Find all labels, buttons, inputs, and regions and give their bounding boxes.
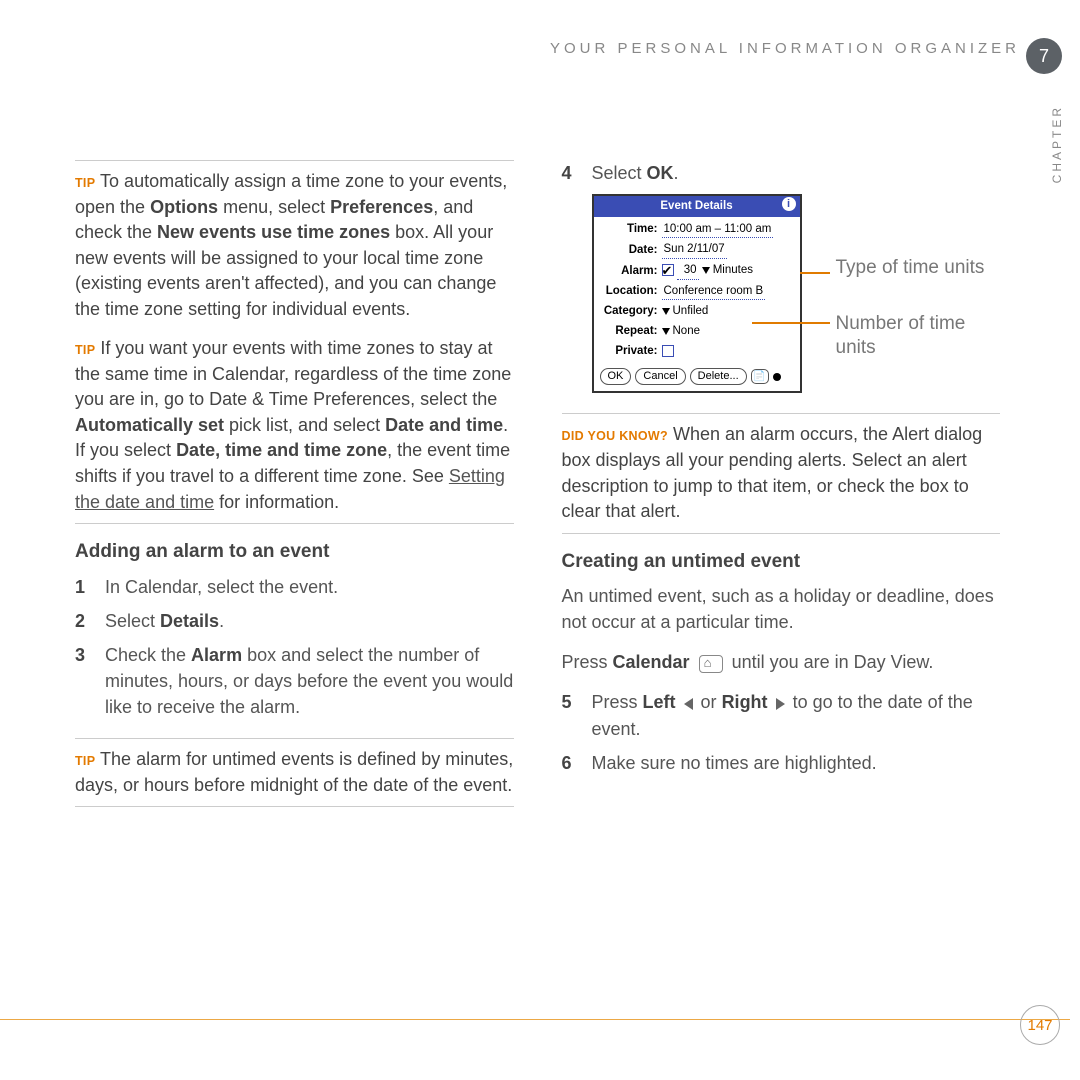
bold: OK [647, 163, 674, 183]
calendar-button-icon [699, 655, 723, 673]
page-number: 147 [1020, 1005, 1060, 1045]
tip-label: TIP [75, 343, 95, 357]
label-time: Time: [600, 221, 662, 238]
label-date: Date: [600, 242, 662, 259]
right-column: 4 Select OK. Event Details i Time:10:00 … [562, 160, 1001, 821]
step-1: 1 In Calendar, select the event. [75, 574, 514, 600]
left-column: TIP To automatically assign a time zone … [75, 160, 514, 821]
dialog-title-bar: Event Details i [594, 196, 800, 217]
bold: Date and time [385, 415, 503, 435]
text: Select [592, 163, 647, 183]
cancel-button[interactable]: Cancel [635, 368, 685, 385]
running-head: YOUR PERSONAL INFORMATION ORGANIZER [0, 40, 1020, 57]
field-alarm-units[interactable]: Minutes [713, 264, 753, 276]
callout-type-units: Type of time units [836, 256, 986, 280]
step-text: Select Details. [105, 608, 514, 634]
callout-line [800, 272, 830, 274]
step-text: Check the Alarm box and select the numbe… [105, 642, 514, 720]
chapter-badge: 7 [1026, 38, 1062, 74]
tip-text: for information. [214, 492, 339, 512]
dialog-title: Event Details [660, 200, 732, 212]
text: . [674, 163, 679, 183]
paragraph: Press Calendar until you are in Day View… [562, 649, 1001, 675]
bold: Left [643, 692, 676, 712]
label-alarm: Alarm: [600, 263, 662, 280]
ok-button[interactable]: OK [600, 368, 632, 385]
delete-button[interactable]: Delete... [690, 368, 747, 385]
label-category: Category: [600, 303, 662, 320]
field-location[interactable]: Conference room B [662, 283, 766, 301]
dropdown-icon[interactable] [662, 308, 670, 315]
tip-label: TIP [75, 176, 95, 190]
step-number: 6 [562, 750, 578, 776]
bold: New events use time zones [157, 222, 390, 242]
step-number: 2 [75, 608, 91, 634]
text: until you are in Day View. [732, 652, 934, 672]
text: . [219, 611, 224, 631]
bold: Date, time and time zone [176, 440, 387, 460]
step-number: 5 [562, 689, 578, 741]
tip-box-1: TIP To automatically assign a time zone … [75, 160, 514, 524]
field-time[interactable]: 10:00 am – 11:00 am [662, 221, 774, 239]
text: Press [562, 652, 613, 672]
callout-line [752, 322, 830, 324]
info-icon[interactable]: i [782, 197, 796, 211]
bold: Right [722, 692, 768, 712]
right-arrow-icon [776, 698, 785, 710]
field-date[interactable]: Sun 2/11/07 [662, 241, 727, 259]
tip-text: menu, select [218, 197, 330, 217]
tip-text: If you want your events with time zones … [75, 338, 511, 409]
dropdown-icon[interactable] [662, 328, 670, 335]
paragraph: An untimed event, such as a holiday or d… [562, 583, 1001, 635]
step-text: Press Left or Right to go to the date of… [592, 689, 1001, 741]
screenshot-event-details: Event Details i Time:10:00 am – 11:00 am… [592, 194, 1001, 393]
footer-rule [0, 1019, 1070, 1020]
chapter-side-label: CHAPTER [1050, 105, 1064, 183]
tip-text: pick list, and select [224, 415, 385, 435]
checkbox-private[interactable] [662, 345, 674, 357]
step-number: 1 [75, 574, 91, 600]
field-alarm-value[interactable]: 30 [677, 262, 699, 280]
dyk-label: DID YOU KNOW? [562, 429, 668, 443]
bold: Options [150, 197, 218, 217]
label-repeat: Repeat: [600, 323, 662, 340]
bold: Calendar [613, 652, 690, 672]
text: Check the [105, 645, 191, 665]
checkbox-alarm[interactable] [662, 264, 674, 276]
dialog-event-details: Event Details i Time:10:00 am – 11:00 am… [592, 194, 802, 393]
page-body: TIP To automatically assign a time zone … [75, 160, 1000, 821]
bold: Preferences [330, 197, 433, 217]
heading-untimed-event: Creating an untimed event [562, 548, 1001, 576]
note-icon[interactable]: 📄 [751, 369, 769, 384]
text: or [701, 692, 722, 712]
field-repeat[interactable]: None [673, 325, 701, 337]
bold: Details [160, 611, 219, 631]
field-category[interactable]: Unfiled [673, 305, 709, 317]
step-6: 6 Make sure no times are highlighted. [562, 750, 1001, 776]
tip-label: TIP [75, 754, 95, 768]
tip-text: The alarm for untimed events is defined … [75, 749, 513, 795]
step-3: 3 Check the Alarm box and select the num… [75, 642, 514, 720]
text: Select [105, 611, 160, 631]
step-text: In Calendar, select the event. [105, 574, 514, 600]
label-location: Location: [600, 283, 662, 300]
text: Press [592, 692, 643, 712]
bold: Automatically set [75, 415, 224, 435]
tip-box-3: TIP The alarm for untimed events is defi… [75, 738, 514, 807]
dot-icon [773, 373, 781, 381]
label-private: Private: [600, 343, 662, 360]
step-2: 2 Select Details. [75, 608, 514, 634]
bold: Alarm [191, 645, 242, 665]
step-5: 5 Press Left or Right to go to the date … [562, 689, 1001, 741]
step-number: 3 [75, 642, 91, 720]
heading-adding-alarm: Adding an alarm to an event [75, 538, 514, 566]
step-4: 4 Select OK. [562, 160, 1001, 186]
did-you-know-box: DID YOU KNOW? When an alarm occurs, the … [562, 413, 1001, 533]
step-text: Select OK. [592, 160, 1001, 186]
dropdown-icon[interactable] [702, 267, 710, 274]
callout-number-units: Number of time units [836, 312, 986, 360]
step-text: Make sure no times are highlighted. [592, 750, 1001, 776]
left-arrow-icon [684, 698, 693, 710]
step-number: 4 [562, 160, 578, 186]
